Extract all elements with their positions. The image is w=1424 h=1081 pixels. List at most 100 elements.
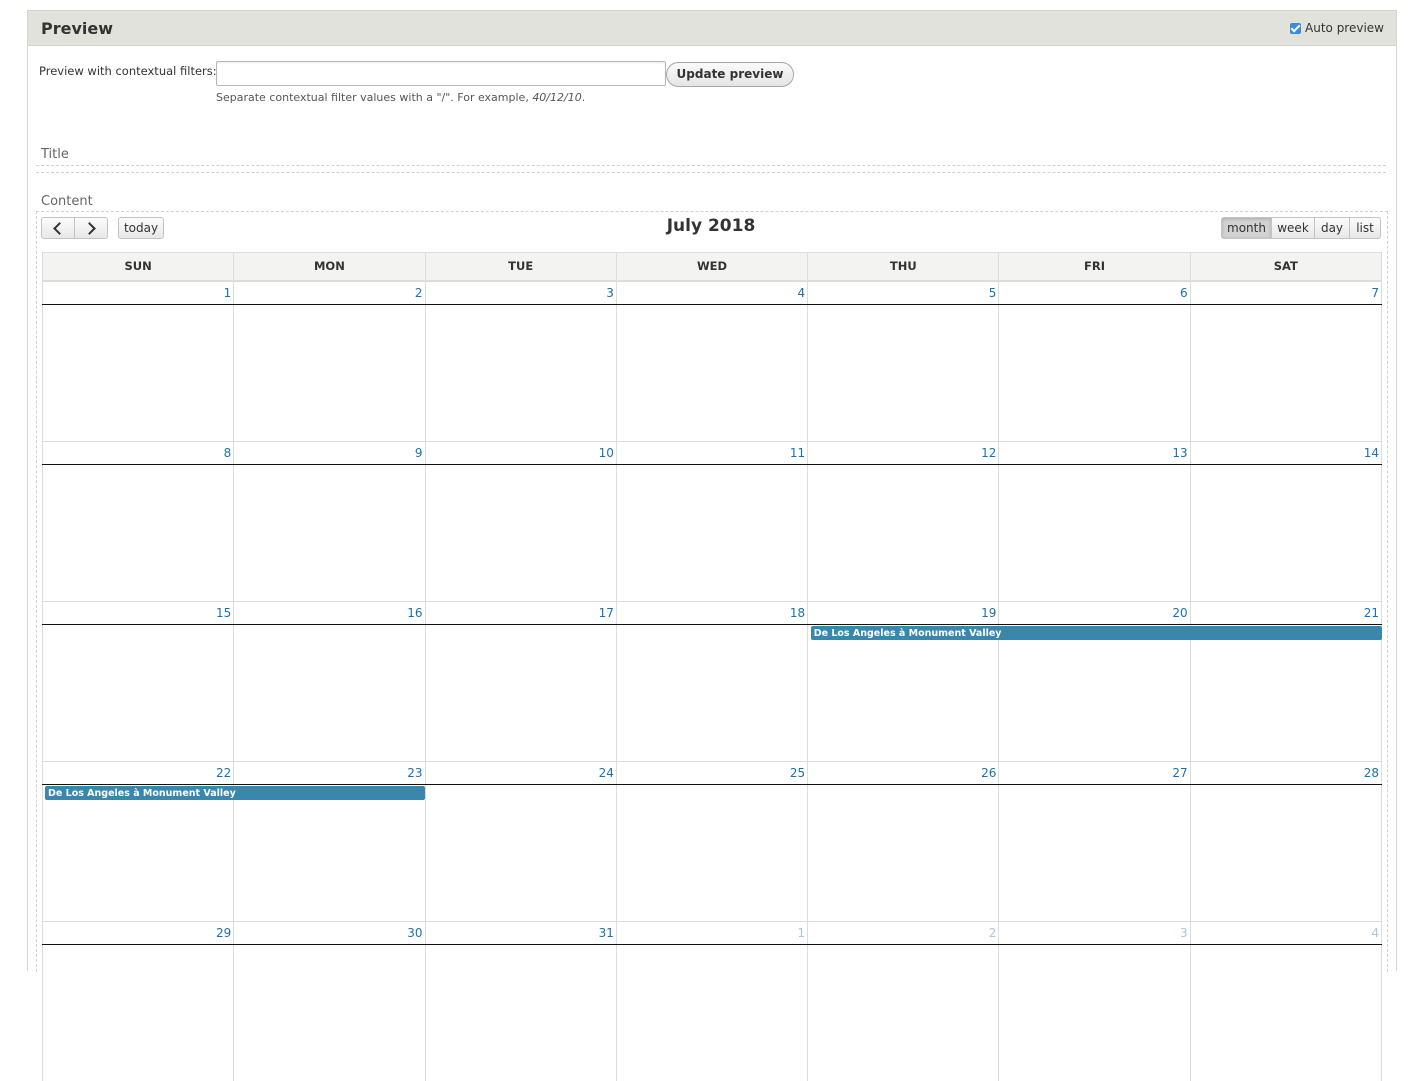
day-number[interactable]: 14 [1364, 446, 1379, 460]
day-number[interactable]: 23 [407, 766, 422, 780]
day-number[interactable]: 16 [407, 606, 422, 620]
day-number-bar: 29 [42, 921, 235, 945]
day-number[interactable]: 1 [797, 926, 805, 940]
calendar-event[interactable]: De Los Angeles à Monument Valley [810, 626, 1382, 640]
day-cell[interactable]: 15 [42, 601, 235, 761]
day-number[interactable]: 4 [797, 286, 805, 300]
day-number[interactable]: 22 [216, 766, 231, 780]
day-cell[interactable]: 31 [424, 921, 617, 1081]
day-number[interactable]: 18 [790, 606, 805, 620]
day-cell[interactable]: 10 [424, 441, 617, 601]
day-number[interactable]: 3 [606, 286, 614, 300]
day-cell[interactable]: 16 [233, 601, 426, 761]
day-cell[interactable]: 24 [424, 761, 617, 921]
day-number-bar: 17 [424, 601, 617, 625]
auto-preview-checkbox[interactable] [1290, 22, 1302, 34]
day-number[interactable]: 15 [216, 606, 231, 620]
calendar-event[interactable]: De Los Angeles à Monument Valley [45, 786, 425, 800]
day-cell[interactable]: 13 [998, 441, 1191, 601]
day-cell[interactable]: 11 [615, 441, 809, 601]
day-cell[interactable]: 8 [42, 441, 235, 601]
day-number[interactable]: 20 [1172, 606, 1187, 620]
day-number[interactable]: 26 [981, 766, 996, 780]
day-cell[interactable]: 29 [42, 921, 235, 1081]
day-number-bar: 23 [233, 761, 426, 785]
view-button-list[interactable]: list [1350, 217, 1381, 239]
day-number[interactable]: 1 [224, 286, 232, 300]
day-cell[interactable]: 22 [42, 761, 235, 921]
day-number[interactable]: 29 [216, 926, 231, 940]
view-button-day[interactable]: day [1315, 217, 1350, 239]
day-number[interactable]: 12 [981, 446, 996, 460]
day-cell[interactable]: 2 [233, 281, 426, 441]
day-number[interactable]: 10 [599, 446, 614, 460]
day-number[interactable]: 7 [1371, 286, 1379, 300]
day-cell[interactable]: 3 [424, 281, 617, 441]
weekday-mon: MON [234, 253, 426, 280]
day-number[interactable]: 2 [989, 926, 997, 940]
day-cell[interactable]: 4 [615, 281, 809, 441]
day-number[interactable]: 31 [599, 926, 614, 940]
view-button-week[interactable]: week [1272, 217, 1315, 239]
day-number-bar: 11 [615, 441, 809, 465]
day-number-bar: 2 [807, 921, 1000, 945]
day-number-bar: 8 [42, 441, 235, 465]
day-cell[interactable]: 3 [998, 921, 1191, 1081]
day-number[interactable]: 6 [1180, 286, 1188, 300]
day-cell[interactable]: 18 [615, 601, 809, 761]
day-cell[interactable]: 28 [1189, 761, 1382, 921]
day-number[interactable]: 19 [981, 606, 996, 620]
day-number[interactable]: 28 [1364, 766, 1379, 780]
day-cell[interactable]: 1 [615, 921, 809, 1081]
day-number[interactable]: 24 [599, 766, 614, 780]
day-number[interactable]: 21 [1364, 606, 1379, 620]
day-number[interactable]: 17 [599, 606, 614, 620]
help-suffix: . [581, 91, 586, 104]
day-cell[interactable]: 5 [807, 281, 1000, 441]
day-number[interactable]: 3 [1180, 926, 1188, 940]
day-cell[interactable]: 19 [807, 601, 1000, 761]
day-cell[interactable]: 4 [1189, 921, 1382, 1081]
day-number-bar: 1 [42, 281, 235, 305]
day-number[interactable]: 11 [790, 446, 805, 460]
day-number-bar: 22 [42, 761, 235, 785]
day-cell[interactable]: 25 [615, 761, 809, 921]
week-row: 29 30 31 1 2 3 4 [42, 921, 1382, 1081]
help-example: 40/12/10 [532, 91, 582, 104]
day-cell[interactable]: 7 [1189, 281, 1382, 441]
day-cell[interactable]: 9 [233, 441, 426, 601]
day-cell[interactable]: 26 [807, 761, 1000, 921]
day-number-bar: 30 [233, 921, 426, 945]
contextual-filters-input[interactable] [216, 61, 666, 86]
day-cell[interactable]: 14 [1189, 441, 1382, 601]
view-button-month[interactable]: month [1221, 217, 1272, 239]
weekday-thu: THU [808, 253, 1000, 280]
day-number[interactable]: 2 [415, 286, 423, 300]
day-number[interactable]: 25 [790, 766, 805, 780]
day-cell[interactable]: 27 [998, 761, 1191, 921]
day-number[interactable]: 27 [1172, 766, 1187, 780]
day-number[interactable]: 13 [1172, 446, 1187, 460]
auto-preview-toggle[interactable]: Auto preview [1290, 21, 1384, 35]
day-number[interactable]: 30 [407, 926, 422, 940]
day-cell[interactable]: 2 [807, 921, 1000, 1081]
day-cell[interactable]: 1 [42, 281, 235, 441]
day-cell[interactable]: 20 [998, 601, 1191, 761]
day-cell[interactable]: 30 [233, 921, 426, 1081]
day-cell[interactable]: 23 [233, 761, 426, 921]
day-cell[interactable]: 6 [998, 281, 1191, 441]
week-row: 1 2 3 4 5 6 7 [42, 281, 1382, 441]
day-number-bar: 13 [998, 441, 1191, 465]
day-number-bar: 5 [807, 281, 1000, 305]
preview-panel: Preview Auto preview Preview with contex… [27, 10, 1397, 1081]
day-number[interactable]: 9 [415, 446, 423, 460]
day-cell[interactable]: 21 [1189, 601, 1382, 761]
day-number[interactable]: 4 [1371, 926, 1379, 940]
day-number-bar: 12 [807, 441, 1000, 465]
day-number[interactable]: 8 [224, 446, 232, 460]
update-preview-button[interactable]: Update preview [666, 62, 794, 87]
day-number[interactable]: 5 [989, 286, 997, 300]
day-cell[interactable]: 12 [807, 441, 1000, 601]
weekday-sat: SAT [1191, 253, 1382, 280]
day-cell[interactable]: 17 [424, 601, 617, 761]
